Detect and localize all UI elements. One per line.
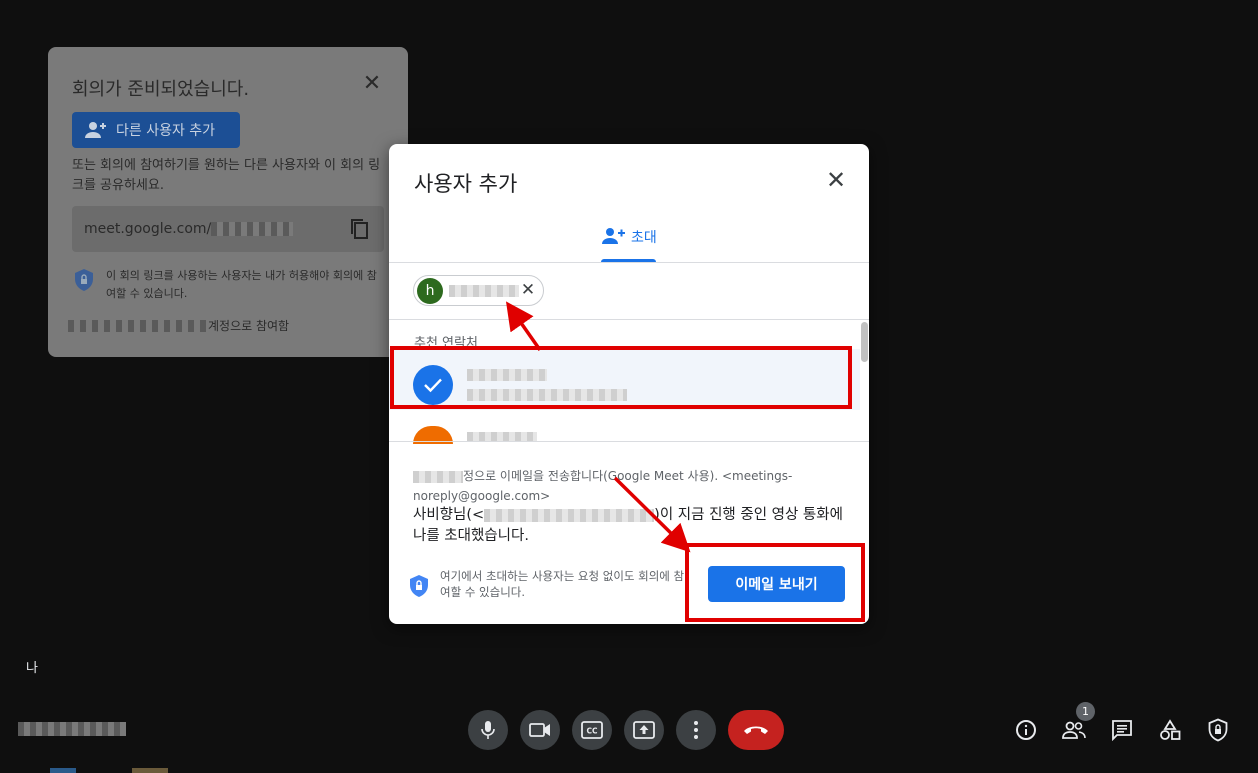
participants-count-badge: 1 bbox=[1076, 702, 1095, 721]
annotation-box-contact bbox=[390, 346, 852, 409]
people-icon bbox=[1062, 721, 1086, 739]
contacts-scrollbar[interactable] bbox=[861, 320, 869, 440]
recipient-avatar: h bbox=[417, 277, 443, 304]
input-divider bbox=[389, 319, 869, 320]
captions-icon: CC bbox=[581, 721, 603, 739]
mic-button[interactable] bbox=[468, 710, 508, 750]
email-divider bbox=[389, 441, 869, 442]
add-others-button[interactable]: 다른 사용자 추가 bbox=[72, 112, 240, 148]
info-icon bbox=[1016, 720, 1036, 740]
email-from-text: 정으로 이메일을 전송합니다(Google Meet 사용). <meeting… bbox=[413, 469, 793, 503]
shield-lock-icon bbox=[410, 575, 428, 597]
email-body-prefix: 사비향님(< bbox=[413, 507, 485, 523]
ready-panel-close-icon[interactable]: ✕ bbox=[361, 73, 383, 95]
security-note: 이 회의 링크를 사용하는 사용자는 내가 허용해야 회의에 참여할 수 있습니… bbox=[106, 269, 377, 300]
meeting-code-redacted bbox=[211, 222, 294, 236]
present-button[interactable] bbox=[624, 710, 664, 750]
self-tile-label: 나 bbox=[26, 661, 38, 676]
chat-button[interactable] bbox=[1109, 717, 1135, 743]
meeting-ready-panel: 회의가 준비되었습니다. ✕ 다른 사용자 추가 또는 회의에 참여하기를 원하… bbox=[48, 47, 408, 357]
email-from-line: 정으로 이메일을 전송합니다(Google Meet 사용). <meeting… bbox=[413, 466, 843, 506]
more-options-button[interactable] bbox=[676, 710, 716, 750]
account-email-redacted bbox=[68, 319, 208, 332]
present-screen-icon bbox=[633, 721, 655, 739]
copy-icon[interactable] bbox=[348, 217, 372, 241]
host-controls-button[interactable] bbox=[1205, 717, 1231, 743]
leave-call-button[interactable] bbox=[728, 710, 784, 750]
captions-button[interactable]: CC bbox=[572, 710, 612, 750]
meeting-link-box[interactable]: meet.google.com/ bbox=[72, 206, 384, 252]
ready-panel-title: 회의가 준비되었습니다. bbox=[72, 79, 250, 100]
activities-shapes-icon bbox=[1160, 719, 1181, 740]
dialog-title: 사용자 추가 bbox=[414, 172, 518, 196]
share-description: 또는 회의에 참여하기를 원하는 다른 사용자와 이 회의 링크를 공유하세요. bbox=[72, 158, 381, 193]
recipient-chip[interactable]: h ✕ bbox=[413, 275, 544, 306]
shield-lock-icon bbox=[1208, 718, 1228, 742]
joined-account-label: 계정으로 참여함 bbox=[208, 319, 290, 333]
camera-button[interactable] bbox=[520, 710, 560, 750]
svg-text:CC: CC bbox=[586, 727, 598, 736]
inviter-email-redacted bbox=[484, 508, 655, 522]
dialog-close-icon[interactable]: ✕ bbox=[826, 168, 846, 192]
sender-redacted bbox=[413, 470, 463, 483]
add-others-label: 다른 사용자 추가 bbox=[116, 123, 216, 139]
remove-chip-icon[interactable]: ✕ bbox=[519, 281, 537, 299]
mic-icon bbox=[481, 721, 495, 739]
tab-divider bbox=[389, 262, 869, 263]
recipient-name-redacted bbox=[449, 284, 519, 297]
taskbar-edge bbox=[0, 768, 1258, 773]
meeting-link-text: meet.google.com/ bbox=[84, 221, 212, 237]
invite-permission-note: 여기에서 초대하는 사용자는 요청 없이도 회의에 참여할 수 있습니다. bbox=[440, 569, 685, 599]
end-call-icon bbox=[744, 726, 768, 734]
joined-account: 계정으로 참여함 bbox=[68, 317, 289, 334]
shield-lock-icon bbox=[75, 269, 93, 291]
person-add-icon bbox=[85, 122, 106, 138]
activities-button[interactable] bbox=[1157, 717, 1183, 743]
annotation-box-send bbox=[685, 543, 865, 622]
camera-icon bbox=[529, 723, 550, 737]
person-add-icon bbox=[602, 228, 625, 244]
tab-invite-label: 초대 bbox=[631, 230, 657, 246]
more-vert-icon bbox=[694, 721, 698, 739]
meeting-details-button[interactable] bbox=[1013, 717, 1039, 743]
email-preview-body: 사비향님(<)이 지금 진행 중인 영상 통화에 나를 초대했습니다. bbox=[413, 505, 853, 547]
chat-icon bbox=[1112, 720, 1132, 741]
scrollbar-thumb[interactable] bbox=[861, 322, 868, 362]
tab-invite[interactable]: 초대 bbox=[601, 227, 657, 263]
meeting-code-redacted bbox=[18, 722, 126, 736]
